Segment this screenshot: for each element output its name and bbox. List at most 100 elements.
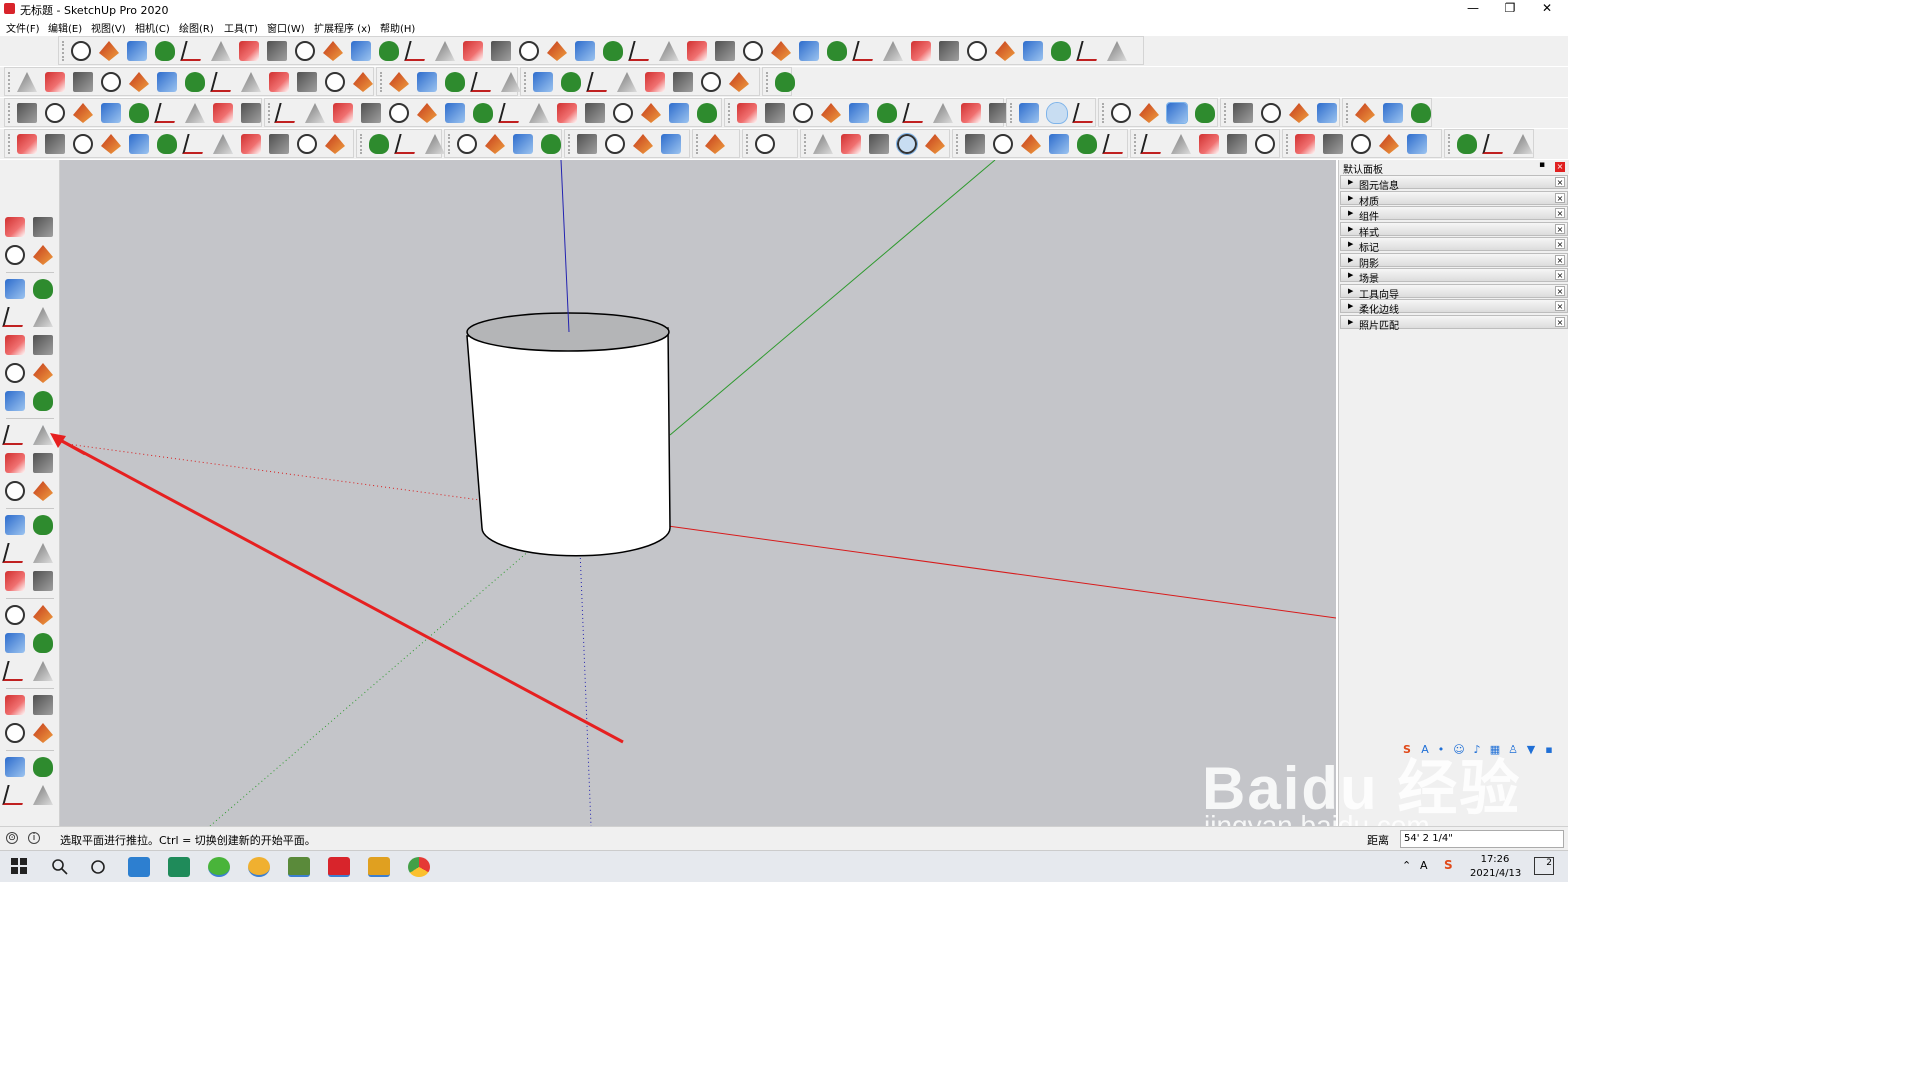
tray-close-icon[interactable]: × [1555,301,1565,311]
toolbar-tool-icon[interactable] [669,103,689,123]
palette-tool-icon[interactable] [33,605,53,625]
tray-entity-info[interactable]: ▶ 图元信息 × [1340,175,1568,192]
search-icon[interactable] [50,857,72,877]
toolbar-tool-icon[interactable] [641,103,661,123]
palette-tool-icon[interactable] [2,785,28,805]
toolbar-tool-icon[interactable] [71,41,91,61]
toolbar-tool-icon[interactable] [389,103,409,123]
toolbar-tool-icon[interactable] [911,41,931,61]
toolbar-tool-icon[interactable] [45,134,65,154]
toolbar-tool-icon[interactable] [1072,103,1098,123]
toolbar-tool-icon[interactable] [351,41,371,61]
toolbar-tool-icon[interactable] [1111,103,1131,123]
toolbar-tool-icon[interactable] [513,134,533,154]
tray-close-icon[interactable]: × [1555,224,1565,234]
menu-file[interactable]: 文件(F) [6,20,40,35]
toolbar-tool-icon[interactable] [101,103,121,123]
toolbar-tool-icon[interactable] [775,72,795,92]
toolbar-tool-icon[interactable] [498,103,524,123]
toolbar-tool-icon[interactable] [297,134,317,154]
toolbar-tool-icon[interactable] [633,134,653,154]
toolbar-grip[interactable] [728,103,732,123]
toolbar-grip[interactable] [524,72,528,92]
toolbar-tool-icon[interactable] [519,41,539,61]
toolbar-grip[interactable] [956,134,960,154]
measurements-box[interactable]: 54' 2 1/4" [1400,830,1564,848]
toolbar-tool-icon[interactable] [547,41,567,61]
tray-close-icon[interactable]: × [1555,270,1565,280]
tray-ime-icon[interactable]: A [1420,859,1428,872]
toolbar-grip[interactable] [360,134,364,154]
tray-close-icon[interactable]: × [1555,239,1565,249]
archive-app-icon[interactable] [368,857,390,877]
tray-soften-edges[interactable]: ▶ 柔化边线 × [1340,299,1568,316]
toolbar-tool-icon[interactable] [241,103,261,123]
toolbar-grip[interactable] [1224,103,1228,123]
toolbar-tool-icon[interactable] [993,134,1013,154]
toolbar-tool-icon[interactable] [417,72,437,92]
ime-keyboard-icon[interactable]: ▦ [1488,743,1502,757]
toolbar-tool-icon[interactable] [389,72,409,92]
tray-close-icon[interactable]: × [1555,255,1565,265]
toolbar-tool-icon[interactable] [127,41,147,61]
toolbar-tool-icon[interactable] [1076,41,1102,61]
toolbar-tool-icon[interactable] [269,134,289,154]
toolbar-grip[interactable] [1134,134,1138,154]
toolbar-tool-icon[interactable] [274,103,300,123]
toolbar-tool-icon[interactable] [129,134,149,154]
toolbar-tool-icon[interactable] [129,103,149,123]
toolbar-tool-icon[interactable] [883,41,903,61]
toolbar-tool-icon[interactable] [269,72,289,92]
palette-tool-icon[interactable] [33,217,53,237]
toolbar-tool-icon[interactable] [645,72,665,92]
toolbar-tool-icon[interactable] [185,72,205,92]
toolbar-tool-icon[interactable] [45,103,65,123]
palette-tool-icon[interactable] [33,757,53,777]
geo-location-icon[interactable]: ⊙ [6,832,18,844]
toolbar-tool-icon[interactable] [793,103,813,123]
toolbar-tool-icon[interactable] [73,134,93,154]
toolbar-tool-icon[interactable] [155,41,175,61]
menu-window[interactable]: 窗口(W) [267,20,305,35]
desktop-app-icon[interactable] [128,857,150,877]
toolbar-tool-icon[interactable] [1317,103,1337,123]
toolbar-tool-icon[interactable] [213,103,233,123]
menu-tools[interactable]: 工具(T) [224,20,258,35]
toolbar-tool-icon[interactable] [1295,134,1315,154]
palette-tool-icon[interactable] [33,785,53,805]
toolbar-tool-icon[interactable] [896,133,918,155]
tray-shadows[interactable]: ▶ 阴影 × [1340,253,1568,270]
palette-tool-icon[interactable] [5,723,25,743]
palette-tool-icon[interactable] [33,335,53,355]
toolbar-tool-icon[interactable] [417,103,437,123]
toolbar-tool-icon[interactable] [1171,134,1191,154]
toolbar-tool-icon[interactable] [1407,134,1427,154]
toolbar-tool-icon[interactable] [813,134,833,154]
toolbar-tool-icon[interactable] [445,72,465,92]
ime-punct-icon[interactable]: • [1434,743,1448,757]
restore-button[interactable]: ❐ [1491,0,1529,18]
toolbar-tool-icon[interactable] [1411,103,1431,123]
toolbar-tool-icon[interactable] [533,72,553,92]
ime-mode-icon[interactable]: A [1418,743,1432,757]
chrome-app-icon[interactable] [408,857,430,877]
toolbar-tool-icon[interactable] [353,72,373,92]
toolbar-tool-icon[interactable] [1289,103,1309,123]
toolbar-tool-icon[interactable] [1355,103,1375,123]
toolbar-tool-icon[interactable] [45,72,65,92]
toolbar-tool-icon[interactable] [213,134,233,154]
toolbar-grip[interactable] [804,134,808,154]
toolbar-tool-icon[interactable] [701,72,721,92]
toolbar-tool-icon[interactable] [404,41,430,61]
palette-tool-icon[interactable] [2,661,28,681]
sketchup-app-icon[interactable] [328,857,350,877]
toolbar-tool-icon[interactable] [852,41,878,61]
toolbar-tool-icon[interactable] [771,41,791,61]
palette-tool-icon[interactable] [5,695,25,715]
toolbar-tool-icon[interactable] [361,103,381,123]
toolbar-tool-icon[interactable] [849,103,869,123]
toolbar-tool-icon[interactable] [673,72,693,92]
toolbar-tool-icon[interactable] [557,103,577,123]
toolbar-tool-icon[interactable] [157,72,177,92]
toolbar-tool-icon[interactable] [267,41,287,61]
